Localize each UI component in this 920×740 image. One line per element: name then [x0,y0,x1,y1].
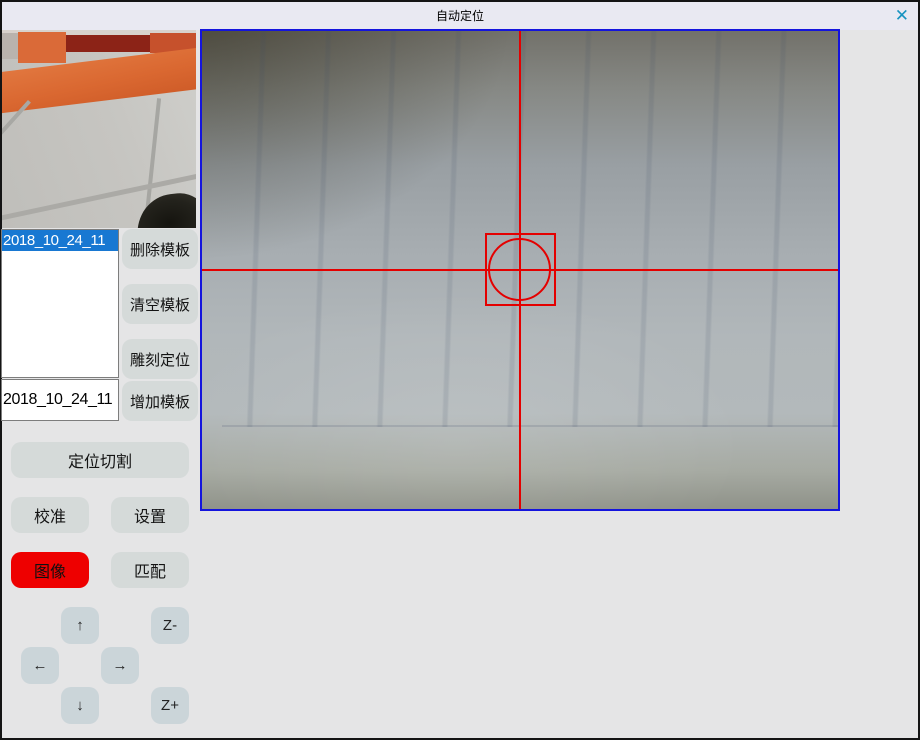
delete-template-button[interactable]: 删除模板 [122,229,198,269]
template-name-input[interactable] [1,379,119,421]
jog-up-button[interactable]: ↑ [61,607,99,644]
add-template-button[interactable]: 增加模板 [122,381,198,421]
engrave-position-button[interactable]: 雕刻定位 [122,339,198,379]
jog-right-button[interactable]: → [101,647,139,684]
thumbnail-dark-object [134,190,196,228]
thumbnail-maroon-block [66,35,150,52]
match-button[interactable]: 匹配 [111,552,189,588]
jog-down-button[interactable]: ↓ [61,687,99,724]
auto-position-window: 自动定位 ✕ 2018_10_24_11 删除模板 清空模板 雕刻定位 增加模板… [0,0,920,740]
camera-view[interactable] [200,29,840,511]
clear-templates-button[interactable]: 清空模板 [122,284,198,324]
template-preview-image [2,30,196,228]
target-circle [488,238,551,301]
thumbnail-gray-block [2,33,18,59]
jog-left-button[interactable]: ← [21,647,59,684]
settings-button[interactable]: 设置 [111,497,189,533]
jog-z-plus-button[interactable]: Z+ [151,687,189,724]
window-title: 自动定位 [2,2,918,30]
jog-z-minus-button[interactable]: Z- [151,607,189,644]
position-cut-button[interactable]: 定位切割 [11,442,189,478]
camera-horizon-line [222,425,838,427]
template-list-item[interactable]: 2018_10_24_11 [2,230,118,251]
calibrate-button[interactable]: 校准 [11,497,89,533]
image-button-active[interactable]: 图像 [11,552,89,588]
title-bar: 自动定位 ✕ [2,2,918,30]
template-list[interactable]: 2018_10_24_11 [1,229,119,378]
close-icon[interactable]: ✕ [895,3,909,29]
thumbnail-orange-block [18,32,66,63]
